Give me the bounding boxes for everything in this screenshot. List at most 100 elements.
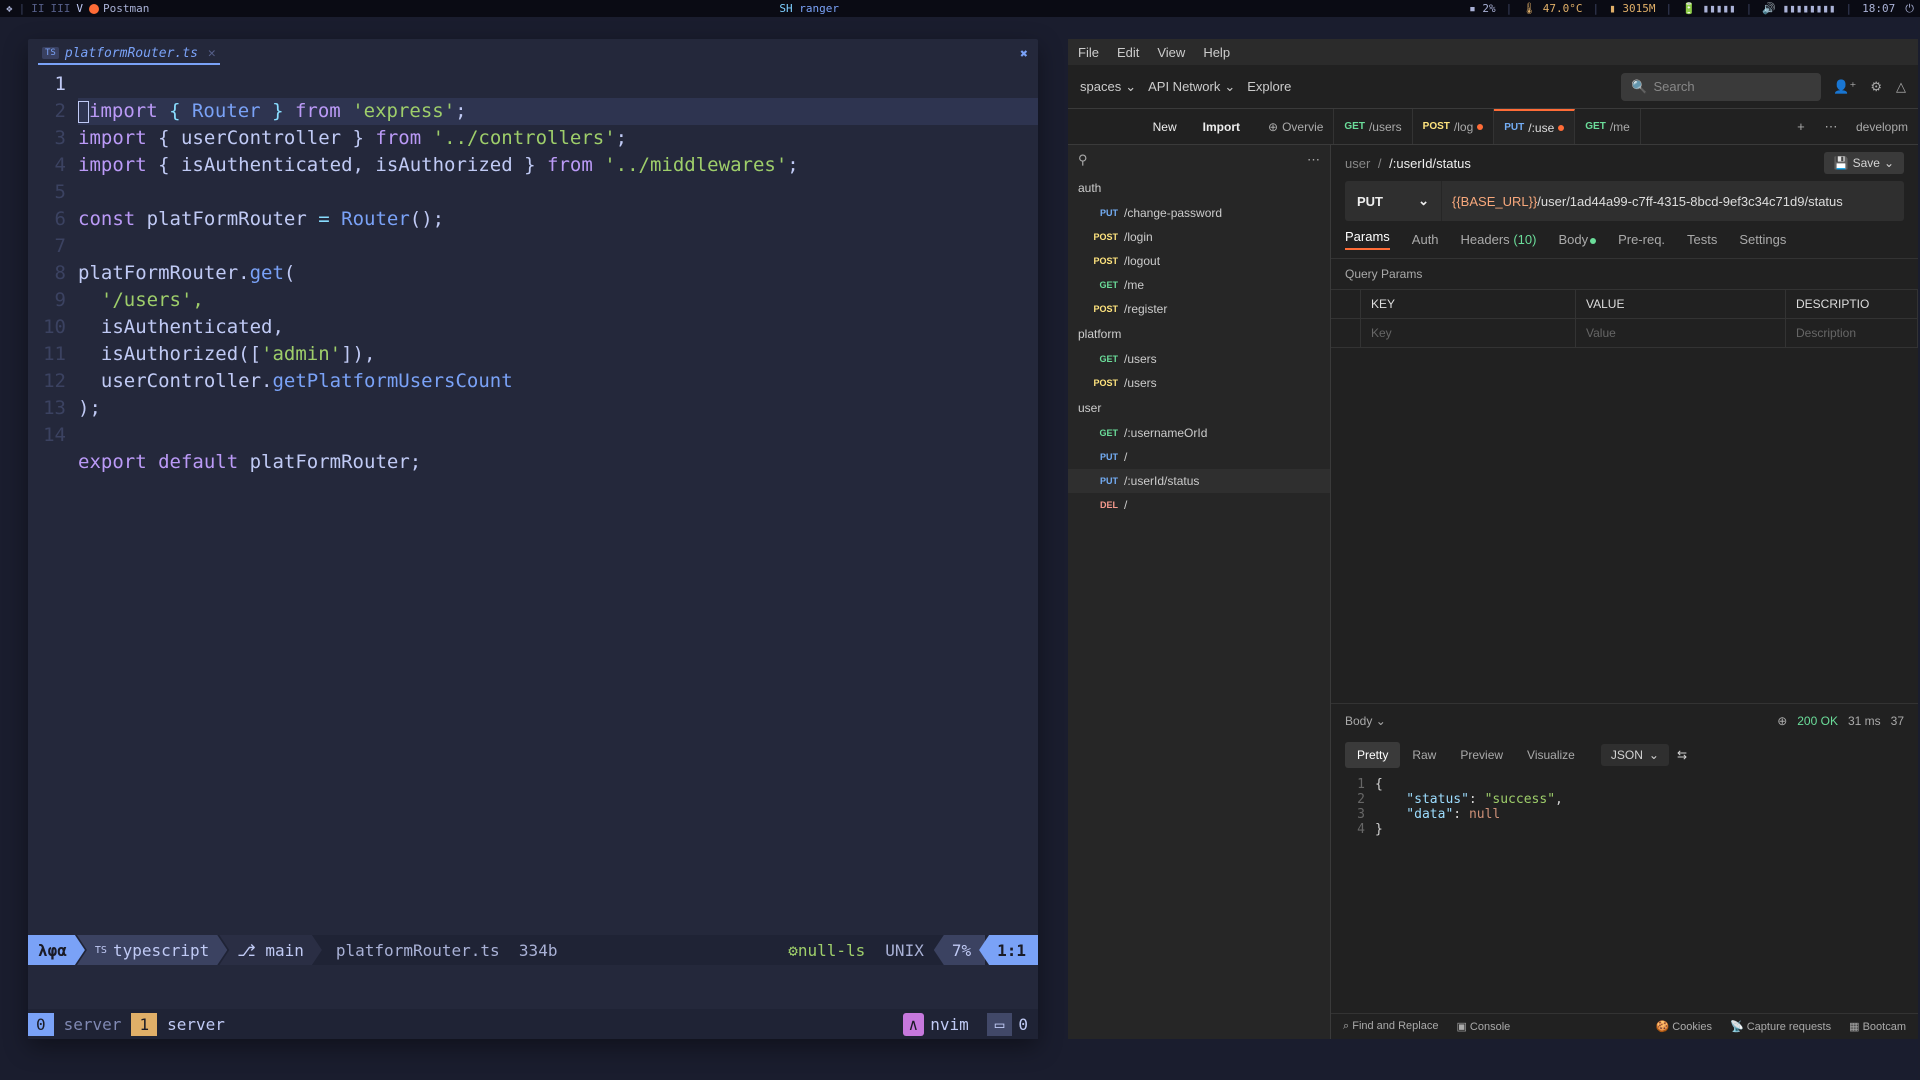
new-button[interactable]: New: [1145, 116, 1185, 138]
method-badge: POST: [1092, 304, 1118, 314]
sidebar-request[interactable]: PUT/:userId/status: [1068, 469, 1330, 493]
tmux-window-1[interactable]: server: [157, 1015, 235, 1034]
resp-pretty[interactable]: Pretty: [1345, 742, 1400, 768]
network-icon[interactable]: ⊕: [1777, 714, 1787, 728]
import-button[interactable]: Import: [1195, 116, 1248, 138]
desc-input[interactable]: Description: [1786, 319, 1918, 347]
resp-visualize[interactable]: Visualize: [1515, 742, 1587, 768]
active-app[interactable]: Postman: [89, 2, 149, 15]
query-params-table: KEY VALUE DESCRIPTIO Key Value Descripti…: [1331, 289, 1918, 348]
cpu-indicator: ▪ 2%: [1469, 2, 1496, 15]
tab-tests[interactable]: Tests: [1687, 232, 1717, 247]
new-tab-button[interactable]: +: [1786, 109, 1816, 144]
workspace-5[interactable]: V: [76, 2, 83, 15]
filter-icon[interactable]: ⚲: [1078, 152, 1088, 168]
tab-settings[interactable]: Settings: [1739, 232, 1786, 247]
git-branch: ⎇ main: [219, 935, 322, 965]
response-view-tabs: Pretty Raw Preview Visualize JSON ⌄ ⇆: [1331, 737, 1918, 773]
mem-indicator: ▮ 3015M: [1609, 2, 1655, 15]
menubar: File Edit View Help: [1068, 39, 1918, 65]
tmux-window-1-num[interactable]: 1: [131, 1013, 157, 1036]
request-path: /:usernameOrId: [1124, 426, 1207, 440]
sidebar-request[interactable]: GET/:usernameOrId: [1068, 421, 1330, 445]
tab-body[interactable]: Body: [1558, 232, 1596, 247]
request-tab[interactable]: PUT/:use: [1494, 109, 1575, 144]
window-close-icon[interactable]: ✖: [1020, 47, 1028, 62]
explore-link[interactable]: Explore: [1247, 79, 1291, 94]
tab-params[interactable]: Params: [1345, 229, 1390, 250]
bootcamp-button[interactable]: ▦ Bootcam: [1849, 1020, 1906, 1033]
request-tabs: ⊕OvervieGET/usersPOST/logPUT/:useGET/me: [1258, 109, 1786, 144]
request-path: /logout: [1124, 254, 1160, 268]
response-body[interactable]: 12 34 { "status": "success", "data": nul…: [1331, 773, 1918, 1013]
request-path: /: [1124, 450, 1127, 464]
request-tab[interactable]: ⊕Overvie: [1258, 109, 1334, 144]
tmux-window-0-num[interactable]: 0: [28, 1013, 54, 1036]
sidebar-folder[interactable]: user: [1068, 395, 1330, 421]
unsaved-dot-icon: [1558, 125, 1564, 131]
active-app-name: Postman: [103, 2, 149, 15]
tmux-window-0[interactable]: server: [54, 1015, 132, 1034]
tab-prereq[interactable]: Pre-req.: [1618, 232, 1665, 247]
menu-help[interactable]: Help: [1203, 45, 1230, 60]
resp-raw[interactable]: Raw: [1400, 742, 1448, 768]
menu-edit[interactable]: Edit: [1117, 45, 1139, 60]
close-icon[interactable]: ✕: [208, 46, 216, 61]
menu-file[interactable]: File: [1078, 45, 1099, 60]
response-body-dropdown[interactable]: Body ⌄: [1345, 714, 1386, 728]
tab-options-icon[interactable]: ⋯: [1816, 109, 1846, 144]
url-input[interactable]: {{BASE_URL}}/user/1ad44a99-c7ff-4315-8bc…: [1441, 181, 1904, 221]
response-size: 37: [1891, 714, 1904, 728]
save-button[interactable]: 💾 Save ⌄: [1824, 152, 1904, 174]
capture-button[interactable]: 📡 Capture requests: [1730, 1020, 1831, 1033]
breadcrumb[interactable]: user / /:userId/status: [1345, 156, 1471, 171]
sidebar-request[interactable]: POST/register: [1068, 297, 1330, 321]
sidebar-request[interactable]: PUT/: [1068, 445, 1330, 469]
sidebar-request[interactable]: POST/users: [1068, 371, 1330, 395]
method-badge: PUT: [1092, 476, 1118, 486]
tab-auth[interactable]: Auth: [1412, 232, 1439, 247]
value-input[interactable]: Value: [1576, 319, 1786, 347]
invite-icon[interactable]: 👤⁺: [1833, 79, 1856, 95]
format-select[interactable]: JSON ⌄: [1601, 744, 1669, 766]
sidebar-request[interactable]: POST/login: [1068, 225, 1330, 249]
menu-view[interactable]: View: [1157, 45, 1185, 60]
typescript-icon: TS: [42, 47, 59, 59]
editor-body[interactable]: 1 234 567 8910 111213 14 import { Router…: [28, 69, 1038, 935]
sidebar-request[interactable]: PUT/change-password: [1068, 201, 1330, 225]
cookies-button[interactable]: 🍪 Cookies: [1655, 1020, 1712, 1033]
wrap-icon[interactable]: ⇆: [1677, 748, 1687, 762]
resp-preview[interactable]: Preview: [1448, 742, 1515, 768]
notifications-icon[interactable]: △: [1896, 79, 1906, 95]
key-input[interactable]: Key: [1361, 319, 1576, 347]
search-input[interactable]: 🔍 Search: [1621, 73, 1821, 101]
vim-mode: λφα: [28, 935, 85, 965]
tab-headers[interactable]: Headers (10): [1461, 232, 1537, 247]
sysbar-title: SH ranger: [149, 2, 1469, 15]
sidebar-folder[interactable]: auth: [1068, 175, 1330, 201]
find-replace[interactable]: ⌕ Find and Replace: [1343, 1020, 1438, 1033]
request-tab[interactable]: GET/me: [1575, 109, 1641, 144]
line-gutter: 1 234 567 8910 111213 14: [28, 71, 78, 935]
request-tab[interactable]: POST/log: [1413, 109, 1495, 144]
sidebar-request[interactable]: GET/users: [1068, 347, 1330, 371]
request-tab[interactable]: GET/users: [1334, 109, 1412, 144]
tmux-pane-icon: ▭: [987, 1013, 1013, 1036]
workspace-2[interactable]: II: [31, 2, 44, 15]
sidebar-request[interactable]: DEL/: [1068, 493, 1330, 517]
sidebar-request[interactable]: POST/logout: [1068, 249, 1330, 273]
workspace-3[interactable]: III: [51, 2, 71, 15]
editor-tab[interactable]: TS platformRouter.ts ✕: [38, 44, 220, 65]
launcher-icon[interactable]: ❖: [6, 2, 13, 15]
method-select[interactable]: PUT⌄: [1345, 181, 1441, 221]
workspaces-dropdown[interactable]: spaces ⌄: [1080, 79, 1136, 95]
sidebar-options-icon[interactable]: ⋯: [1307, 152, 1320, 168]
sidebar-folder[interactable]: platform: [1068, 321, 1330, 347]
api-network-dropdown[interactable]: API Network ⌄: [1148, 79, 1235, 95]
power-icon[interactable]: ⏻: [1905, 2, 1914, 16]
code-area[interactable]: import { Router } from 'express'; import…: [78, 71, 1038, 935]
sidebar-request[interactable]: GET/me: [1068, 273, 1330, 297]
console-button[interactable]: ▣ Console: [1456, 1020, 1510, 1033]
settings-icon[interactable]: ⚙: [1870, 79, 1882, 95]
environment-select[interactable]: developm: [1846, 109, 1918, 144]
